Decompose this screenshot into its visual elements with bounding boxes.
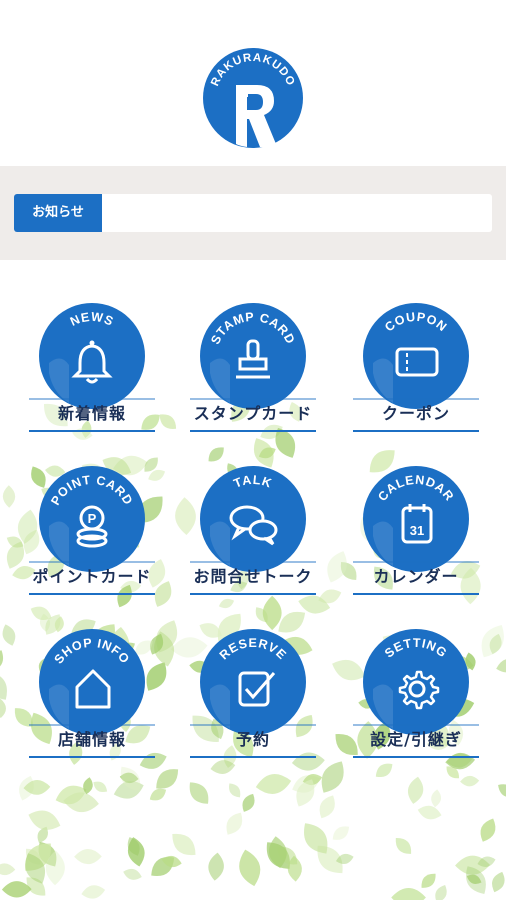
menu-label-reserve: 予約 <box>235 730 270 749</box>
menu-circle-point: POINT CARD P <box>39 466 145 572</box>
menu-circle-stamp: STAMP CARD <box>200 303 306 409</box>
menu-circle-coupon: COUPON <box>363 303 469 409</box>
menu-tile-point[interactable]: POINT CARD P ポイントカード <box>12 466 172 601</box>
menu-divider-bottom <box>190 430 316 432</box>
menu-divider-bottom <box>190 593 316 595</box>
notice-section: お知らせ <box>0 166 506 260</box>
menu-tile-shop[interactable]: SHOP INFO 店舗情報 <box>12 629 172 764</box>
menu-circle-setting: SETTING <box>363 629 469 735</box>
menu-tile-reserve[interactable]: RESERVE 予約 <box>173 629 333 764</box>
menu-divider-bottom <box>29 756 155 758</box>
menu-label-shop: 店舗情報 <box>57 730 126 749</box>
menu-divider-bottom <box>353 430 479 432</box>
menu-label-calendar: カレンダー <box>373 567 459 586</box>
menu-divider-bottom <box>353 756 479 758</box>
menu-circle-talk: TALK <box>200 466 306 572</box>
svg-text:P: P <box>88 511 97 526</box>
menu-circle-news: NEWS <box>39 303 145 409</box>
menu-label-news: 新着情報 <box>57 404 126 423</box>
menu-circle-shop: SHOP INFO <box>39 629 145 735</box>
menu-tile-news[interactable]: NEWS 新着情報 <box>12 303 172 438</box>
menu-circle-reserve: RESERVE <box>200 629 306 735</box>
menu-divider-bottom <box>29 430 155 432</box>
menu-label-point: ポイントカード <box>32 567 152 586</box>
menu-circle-calendar: CALENDAR 31 <box>363 466 469 572</box>
notice-label: お知らせ <box>14 194 102 232</box>
calendar-number: 31 <box>410 523 424 538</box>
menu-divider-bottom <box>29 593 155 595</box>
notice-bar[interactable]: お知らせ <box>14 194 492 232</box>
menu-tile-coupon[interactable]: COUPON クーポン <box>336 303 496 438</box>
menu-label-stamp: スタンプカード <box>193 404 313 423</box>
rakurakudo-logo: RAKURAKUDO <box>203 48 303 148</box>
menu-tile-stamp[interactable]: STAMP CARD スタンプカード <box>173 303 333 438</box>
menu-divider-bottom <box>190 756 316 758</box>
menu-label-coupon: クーポン <box>381 404 450 423</box>
menu-tile-setting[interactable]: SETTING 設定/引継ぎ <box>336 629 496 764</box>
menu-label-talk: お問合せトーク <box>193 567 313 586</box>
menu-tile-talk[interactable]: TALK お問合せトーク <box>173 466 333 601</box>
menu-divider-bottom <box>353 593 479 595</box>
menu-label-setting: 設定/引継ぎ <box>370 730 462 749</box>
menu-tile-calendar[interactable]: CALENDAR 31 カレンダー <box>336 466 496 601</box>
